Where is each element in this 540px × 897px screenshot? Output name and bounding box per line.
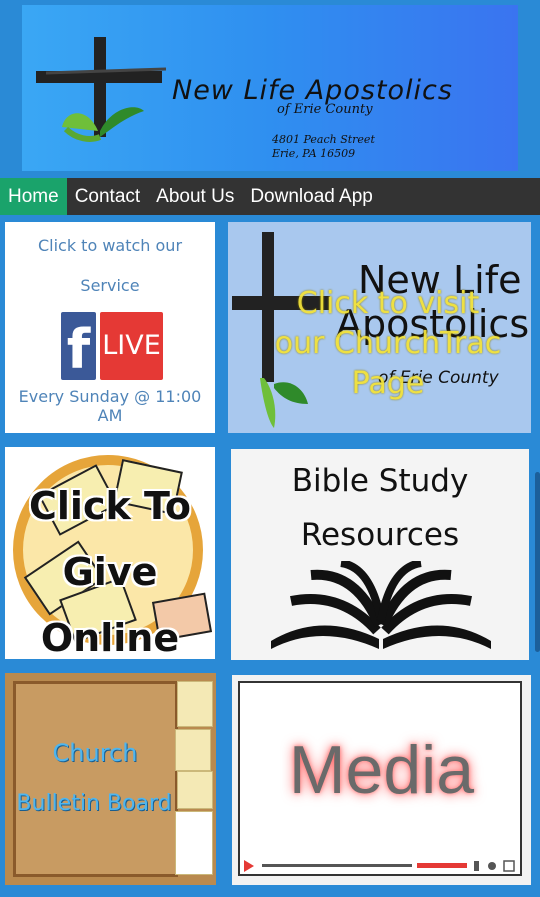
churchtrac-tile[interactable]: New Life Apostolics of Erie County Click…: [228, 222, 531, 433]
give-online-tile[interactable]: Click To Give Online: [5, 447, 215, 659]
church-subtitle: of Erie County: [277, 102, 373, 117]
watch-service-tile[interactable]: Click to watch our Service f LIVE Every …: [5, 222, 215, 433]
give-line-3: Online: [40, 616, 180, 659]
nav-download-app[interactable]: Download App: [242, 178, 381, 215]
nav-home[interactable]: Home: [0, 178, 67, 215]
watch-line-1: Click to watch our: [37, 236, 183, 255]
watch-schedule: Every Sunday @ 11:00 AM: [18, 387, 202, 425]
note-icon: [175, 729, 211, 771]
cross-logo-icon: [36, 37, 167, 142]
bulletin-line-1: Church: [52, 739, 138, 767]
video-controls: [244, 860, 515, 872]
live-badge: LIVE: [100, 312, 163, 380]
churchtrac-cta: Click to visit our ChurchTrac Page: [274, 286, 502, 401]
bible-study-tile[interactable]: Bible Study Resources: [231, 449, 529, 660]
address-line-2: Erie, PA 16509: [272, 147, 356, 160]
media-label: Media: [288, 732, 475, 808]
note-icon: [177, 771, 213, 809]
open-book-icon: [271, 561, 491, 649]
corkboard: [13, 681, 178, 877]
media-tile[interactable]: Media: [232, 675, 531, 885]
nav-contact[interactable]: Contact: [67, 178, 148, 215]
give-line-2: Give: [62, 550, 158, 594]
main-nav: Home Contact About Us Download App: [0, 178, 540, 215]
scrollbar[interactable]: [535, 472, 540, 652]
bible-line-1: Bible Study: [291, 463, 469, 499]
address-line-1: 4801 Peach Street: [272, 133, 375, 146]
give-cta: Click To Give Online: [5, 473, 215, 659]
nav-about-us[interactable]: About Us: [148, 178, 242, 215]
give-line-1: Click To: [29, 484, 191, 528]
note-icon: [177, 681, 213, 727]
bible-line-2: Resources: [300, 517, 460, 553]
facebook-icon: f: [61, 312, 96, 381]
watch-line-2: Service: [80, 276, 140, 295]
header-banner: New Life Apostolics of Erie County 4801 …: [22, 5, 518, 171]
note-icon: [175, 811, 213, 875]
bulletin-board-tile[interactable]: Church Bulletin Board: [5, 673, 216, 885]
church-address: 4801 Peach Street Erie, PA 16509: [272, 133, 375, 161]
bulletin-line-2: Bulletin Board: [16, 791, 172, 816]
